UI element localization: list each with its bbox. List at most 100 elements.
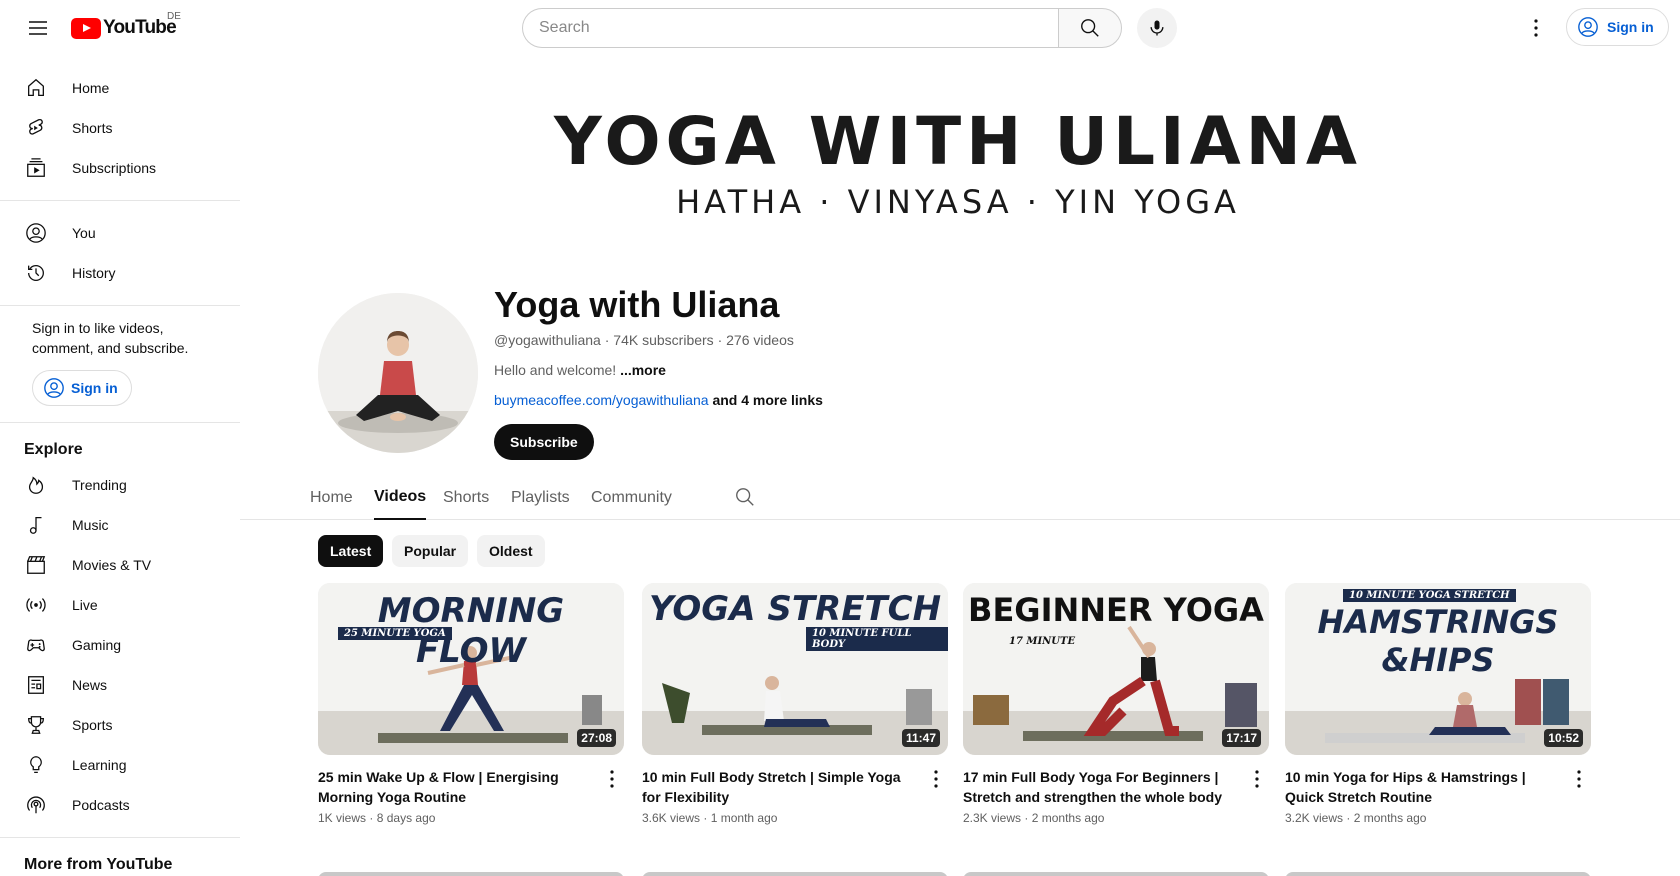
video-thumbnail-partial[interactable]: [642, 872, 948, 876]
video-card[interactable]: YOGA STRETCH 10 MINUTE FULL BODY 11:47 1…: [642, 583, 948, 825]
live-icon: [24, 593, 48, 617]
video-menu-button[interactable]: [924, 767, 948, 791]
trending-icon: [24, 473, 48, 497]
thumbnail-tag: 10 MINUTE FULL BODY: [806, 627, 948, 651]
sidebar-item-history[interactable]: History: [0, 253, 240, 293]
video-duration: 11:47: [901, 729, 940, 747]
video-thumbnail[interactable]: 10 MINUTE YOGA STRETCH HAMSTRINGS &HIPS …: [1285, 583, 1591, 755]
video-thumbnail[interactable]: BEGINNER YOGA 17 MINUTE 17:17: [963, 583, 1269, 755]
voice-search-button[interactable]: [1137, 8, 1177, 48]
sidebar-item-label: Home: [72, 80, 110, 96]
shorts-icon: [24, 116, 48, 140]
video-menu-button[interactable]: [1245, 767, 1269, 791]
sidebar-item-movies[interactable]: Movies & TV: [0, 545, 240, 585]
video-title[interactable]: 10 min Yoga for Hips & Hamstrings | Quic…: [1285, 767, 1565, 807]
sidebar-item-subscriptions[interactable]: Subscriptions: [0, 148, 240, 188]
sidebar: Home Shorts Subscriptions You History Si…: [0, 56, 240, 876]
video-menu-button[interactable]: [600, 767, 624, 791]
sidebar-item-you[interactable]: You: [0, 213, 240, 253]
sidebar-item-label: Music: [72, 517, 109, 533]
thumbnail-tag: 25 MINUTE YOGA: [338, 627, 452, 640]
channel-search-icon[interactable]: [734, 486, 758, 510]
video-thumbnail-partial[interactable]: [963, 872, 1269, 876]
video-thumbnail[interactable]: YOGA STRETCH 10 MINUTE FULL BODY 11:47: [642, 583, 948, 755]
sign-in-label: Sign in: [71, 380, 118, 396]
chip-oldest[interactable]: Oldest: [477, 535, 545, 567]
more-links[interactable]: and 4 more links: [712, 392, 822, 408]
video-title[interactable]: 10 min Full Body Stretch | Simple Yoga f…: [642, 767, 922, 807]
sidebar-item-label: Trending: [72, 477, 127, 493]
sidebar-item-label: Movies & TV: [72, 557, 152, 573]
vertical-dots-icon: [1534, 19, 1538, 37]
search-button[interactable]: [1058, 8, 1122, 48]
video-meta: 3.6K views · 1 month ago: [642, 811, 778, 825]
vertical-dots-icon: [610, 770, 614, 788]
video-count: 276 videos: [726, 332, 794, 348]
video-thumbnail[interactable]: MORNING FLOW 25 MINUTE YOGA 27:08: [318, 583, 624, 755]
channel-links: buymeacoffee.com/yogawithuliana and 4 mo…: [494, 392, 823, 408]
music-icon: [24, 513, 48, 537]
sidebar-divider: [0, 422, 240, 423]
sidebar-item-label: Learning: [72, 757, 127, 773]
video-thumbnail-partial[interactable]: [1285, 872, 1591, 876]
video-thumbnail-partial[interactable]: [318, 872, 624, 876]
podcasts-icon: [24, 793, 48, 817]
video-duration: 27:08: [577, 729, 616, 747]
chip-latest[interactable]: Latest: [318, 535, 384, 567]
sidebar-divider: [0, 200, 240, 201]
banner-subtitle: HATHA · VINYASA · YIN YOGA: [676, 183, 1240, 221]
video-card[interactable]: BEGINNER YOGA 17 MINUTE 17:17 17 min Ful…: [963, 583, 1269, 825]
sidebar-item-news[interactable]: News: [0, 665, 240, 705]
sidebar-item-gaming[interactable]: Gaming: [0, 625, 240, 665]
channel-link[interactable]: buymeacoffee.com/yogawithuliana: [494, 392, 709, 408]
sidebar-item-label: Podcasts: [72, 797, 130, 813]
subscribe-button[interactable]: Subscribe: [494, 424, 594, 460]
youtube-logo[interactable]: YouTube DE: [71, 11, 181, 39]
tab-videos[interactable]: Videos: [374, 476, 427, 520]
search-input[interactable]: [522, 8, 1058, 48]
sign-in-button[interactable]: Sign in: [1566, 8, 1669, 46]
sidebar-item-shorts[interactable]: Shorts: [0, 108, 240, 148]
video-card[interactable]: 10 MINUTE YOGA STRETCH HAMSTRINGS &HIPS …: [1285, 583, 1591, 825]
account-icon: [44, 378, 64, 398]
channel-handle: @yogawithuliana: [494, 332, 601, 348]
video-duration: 17:17: [1222, 729, 1261, 747]
explore-heading: Explore: [24, 441, 83, 458]
video-menu-button[interactable]: [1567, 767, 1591, 791]
sidebar-sign-in-button[interactable]: Sign in: [32, 370, 132, 406]
channel-description[interactable]: Hello and welcome! ...more: [494, 362, 666, 378]
tab-playlists[interactable]: Playlists: [511, 476, 570, 520]
tab-home[interactable]: Home: [310, 476, 353, 520]
tab-shorts[interactable]: Shorts: [443, 476, 489, 520]
description-more[interactable]: ...more: [620, 362, 666, 378]
sidebar-item-music[interactable]: Music: [0, 505, 240, 545]
sidebar-divider: [0, 837, 240, 838]
tab-community[interactable]: Community: [591, 476, 672, 520]
video-age: 8 days ago: [376, 811, 436, 825]
chip-popular[interactable]: Popular: [392, 535, 469, 567]
news-icon: [24, 673, 48, 697]
video-title[interactable]: 17 min Full Body Yoga For Beginners | St…: [963, 767, 1243, 807]
video-title[interactable]: 25 min Wake Up & Flow | Energising Morni…: [318, 767, 598, 807]
video-duration: 10:52: [1544, 729, 1583, 747]
thumbnail-text: BEGINNER YOGA: [968, 591, 1264, 629]
sidebar-item-home[interactable]: Home: [0, 68, 240, 108]
channel-name: Yoga with Uliana: [494, 284, 780, 325]
video-card[interactable]: MORNING FLOW 25 MINUTE YOGA 27:08 25 min…: [318, 583, 624, 825]
sidebar-item-live[interactable]: Live: [0, 585, 240, 625]
sidebar-item-learning[interactable]: Learning: [0, 745, 240, 785]
settings-more-button[interactable]: [1516, 8, 1556, 48]
subscriptions-icon: [24, 156, 48, 180]
video-views: 3.6K views: [642, 811, 701, 825]
youtube-play-icon: [71, 17, 101, 39]
video-views: 3.2K views: [1285, 811, 1344, 825]
banner-title: YOGA WITH ULIANA: [554, 103, 1362, 180]
sidebar-item-podcasts[interactable]: Podcasts: [0, 785, 240, 825]
menu-icon[interactable]: [18, 8, 58, 48]
sidebar-item-trending[interactable]: Trending: [0, 465, 240, 505]
home-icon: [24, 76, 48, 100]
search-box: [522, 8, 1122, 48]
sidebar-item-sports[interactable]: Sports: [0, 705, 240, 745]
video-views: 2.3K views: [963, 811, 1022, 825]
video-age: 2 months ago: [1031, 811, 1105, 825]
